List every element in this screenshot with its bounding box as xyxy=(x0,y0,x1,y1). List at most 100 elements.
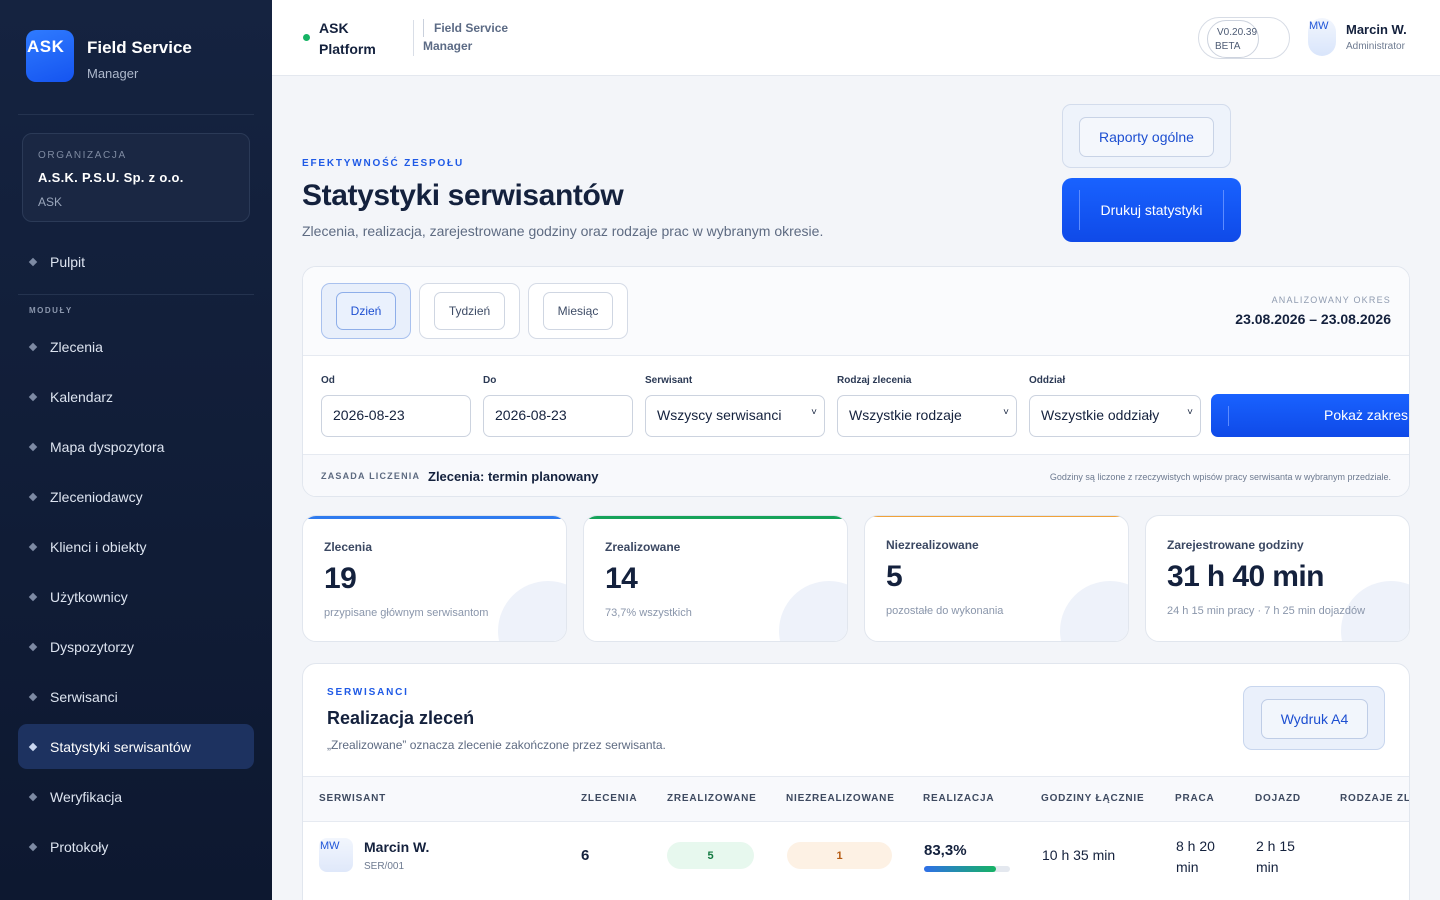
sidebar-item-dispatch-map[interactable]: Mapa dyspozytora xyxy=(18,424,254,469)
order-type-select[interactable]: Wszystkie rodzaje ˅ xyxy=(837,395,1017,437)
version-badge: V0.20.39 BETA xyxy=(1198,17,1290,59)
branch-label: Oddział xyxy=(1029,375,1066,386)
stat-note: przypisane głównym serwisantom xyxy=(324,607,489,619)
filter-panel: Dzień Tydzień Miesiąc ANALIZOWANY OKRES … xyxy=(302,266,1410,497)
sidebar-item-label: Zleceniodawcy xyxy=(50,488,143,505)
card-accent xyxy=(865,516,1128,517)
divider xyxy=(413,20,414,56)
period-week-label[interactable]: Tydzień xyxy=(434,292,505,330)
table-header: SERWISANT ZLECENIA ZREALIZOWANE NIEZREAL… xyxy=(303,776,1409,822)
show-range-button[interactable]: Pokaż zakres xyxy=(1211,394,1409,437)
sidebar-item-users[interactable]: Użytkownicy xyxy=(18,574,254,619)
brand[interactable]: ASK Field Service Manager xyxy=(26,30,192,82)
sidebar-item-contractors[interactable]: Zleceniodawcy xyxy=(18,474,254,519)
total-hours: 10 h 35 min xyxy=(1042,847,1116,863)
divider xyxy=(18,294,254,295)
diamond-icon xyxy=(28,842,38,851)
work-hours: 8 h 20 min xyxy=(1176,838,1215,875)
card-accent xyxy=(303,516,566,519)
sidebar-item-calendar[interactable]: Kalendarz xyxy=(18,374,254,419)
technician-select[interactable]: Wszyscy serwisanci ˅ xyxy=(645,395,825,437)
sidebar-item-orders[interactable]: Zlecenia xyxy=(18,324,254,369)
column-header[interactable]: RODZAJE ZL xyxy=(1340,793,1409,804)
period-month-label[interactable]: Miesiąc xyxy=(543,292,613,330)
stat-card-hours: Zarejestrowane godziny 31 h 40 min 24 h … xyxy=(1145,515,1410,642)
stat-label: Niezrealizowane xyxy=(886,538,979,552)
avatar[interactable]: MW xyxy=(1308,18,1336,56)
from-date-input[interactable]: 2026-08-23 xyxy=(321,395,471,437)
user-name[interactable]: Marcin W. xyxy=(1346,22,1407,37)
sidebar-item-dispatchers[interactable]: Dyspozytorzy xyxy=(18,624,254,669)
technician-select-value: Wszyscy serwisanci xyxy=(657,407,782,423)
period-day[interactable]: Dzień xyxy=(321,283,411,339)
column-header[interactable]: GODZINY ŁĄCZNIE xyxy=(1041,793,1144,804)
decorative-circle xyxy=(498,581,566,641)
counting-rule-note: Godziny są liczone z rzeczywistych wpisó… xyxy=(1049,472,1391,482)
column-header[interactable]: PRACA xyxy=(1175,793,1215,804)
column-header[interactable]: REALIZACJA xyxy=(923,793,994,804)
brand-title: Field Service xyxy=(87,38,192,57)
stat-label: Zlecenia xyxy=(324,540,373,554)
diamond-icon xyxy=(28,792,38,801)
column-header[interactable]: ZLECENIA xyxy=(581,793,637,804)
organization-card[interactable]: ORGANIZACJA A.S.K. P.S.U. Sp. z o.o. ASK xyxy=(22,133,250,222)
column-header[interactable]: DOJAZD xyxy=(1255,793,1301,804)
section-description: „Zrealizowane” oznacza zlecenie zakończo… xyxy=(327,738,666,752)
show-range-label: Pokaż zakres xyxy=(1324,407,1409,423)
print-statistics-button[interactable]: Drukuj statystyki xyxy=(1079,190,1224,230)
print-statistics-button-frame: Drukuj statystyki xyxy=(1062,178,1241,242)
sidebar-item-label: Kalendarz xyxy=(50,388,114,405)
platform-name: ASK Platform xyxy=(319,20,376,57)
period-day-label[interactable]: Dzień xyxy=(336,292,396,330)
sidebar-item-label: Klienci i obiekty xyxy=(50,538,147,555)
completion-progress-fill xyxy=(924,866,996,872)
status-indicator xyxy=(303,34,310,41)
diamond-icon xyxy=(28,257,38,266)
period-week[interactable]: Tydzień xyxy=(419,283,520,339)
brand-subtitle: Manager xyxy=(87,66,139,81)
sidebar-item-protocols[interactable]: Protokoły xyxy=(18,824,254,869)
diamond-icon xyxy=(28,592,38,601)
chevron-down-icon: ˅ xyxy=(1187,407,1193,418)
page-title: Statystyki serwisantów xyxy=(302,179,624,212)
stat-label: Zrealizowane xyxy=(605,540,681,554)
sidebar-item-technicians[interactable]: Serwisanci xyxy=(18,674,254,719)
to-label: Do xyxy=(483,375,497,386)
order-type-select-value: Wszystkie rodzaje xyxy=(849,407,962,423)
column-header[interactable]: NIEZREALIZOWANE xyxy=(786,793,895,804)
diamond-icon xyxy=(28,542,38,551)
card-accent xyxy=(584,516,847,519)
column-header[interactable]: SERWISANT xyxy=(319,793,386,804)
print-a4-button[interactable]: Wydruk A4 xyxy=(1261,699,1368,739)
sidebar: ASK Field Service Manager ORGANIZACJA A.… xyxy=(0,0,272,900)
to-date-input[interactable]: 2026-08-23 xyxy=(483,395,633,437)
stat-card-orders: Zlecenia 19 przypisane głównym serwisant… xyxy=(302,515,567,642)
diamond-icon xyxy=(28,692,38,701)
sidebar-item-technician-stats[interactable]: Statystyki serwisantów xyxy=(18,724,254,769)
not-completed-badge: 1 xyxy=(787,842,892,869)
period-month[interactable]: Miesiąc xyxy=(528,283,628,339)
technician-name[interactable]: Marcin W. xyxy=(364,839,429,855)
stat-value: 31 h 40 min xyxy=(1167,560,1324,593)
user-role: Administrator xyxy=(1346,41,1405,52)
sidebar-item-verification[interactable]: Weryfikacja xyxy=(18,774,254,819)
stat-value: 14 xyxy=(605,562,638,595)
stat-value: 5 xyxy=(886,560,903,593)
column-header[interactable]: ZREALIZOWANE xyxy=(667,793,757,804)
orders-count: 6 xyxy=(581,847,590,864)
sidebar-item-dashboard[interactable]: Pulpit xyxy=(18,239,254,284)
analyzed-period-label: ANALIZOWANY OKRES xyxy=(1271,295,1391,305)
branch-select[interactable]: Wszystkie oddziały ˅ xyxy=(1029,395,1201,437)
completed-badge: 5 xyxy=(667,842,754,869)
diamond-icon xyxy=(28,742,38,751)
technician-label: Serwisant xyxy=(645,375,693,386)
stat-value: 19 xyxy=(324,562,357,595)
sidebar-item-label: Pulpit xyxy=(50,253,86,270)
stat-card-not-completed: Niezrealizowane 5 pozostałe do wykonania xyxy=(864,515,1129,642)
stat-note: pozostałe do wykonania xyxy=(886,605,1004,617)
organization-short-name: ASK xyxy=(38,195,63,209)
section-title: Realizacja zleceń xyxy=(327,708,475,728)
general-reports-button[interactable]: Raporty ogólne xyxy=(1079,117,1214,157)
sidebar-item-clients[interactable]: Klienci i obiekty xyxy=(18,524,254,569)
diamond-icon xyxy=(28,392,38,401)
